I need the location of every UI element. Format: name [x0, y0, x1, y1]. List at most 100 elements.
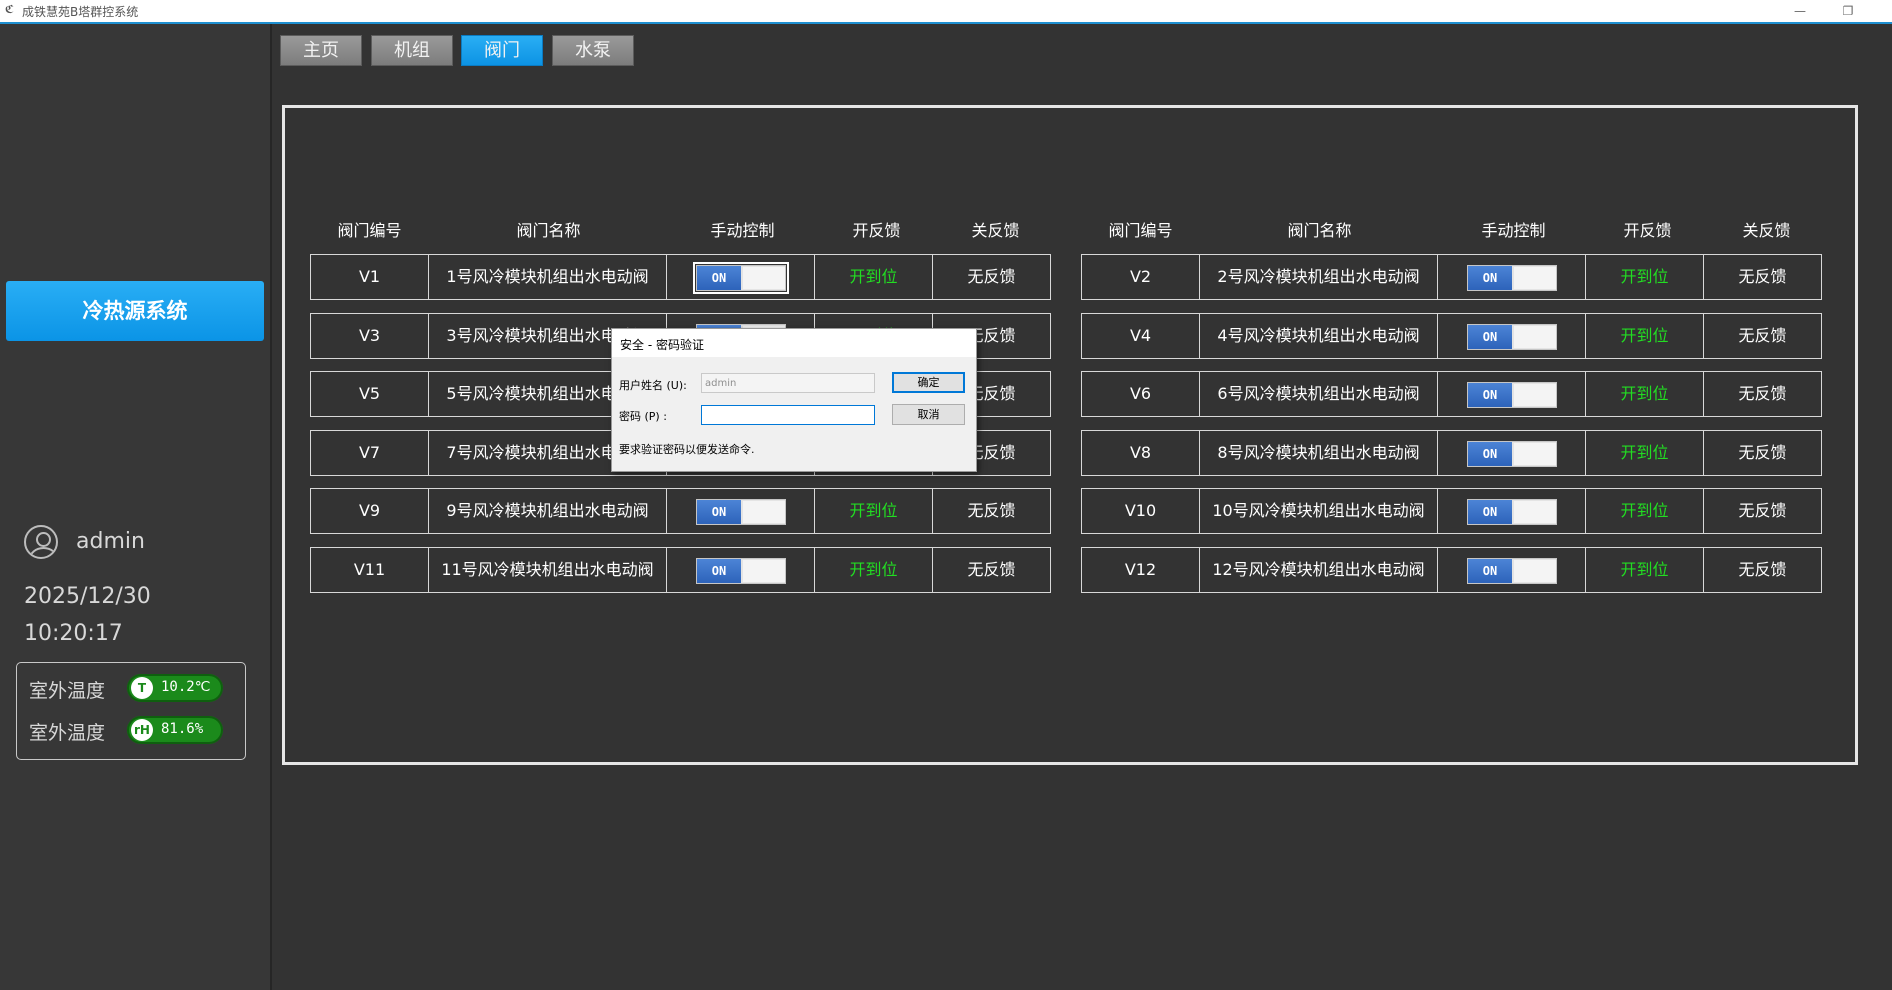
tab-home[interactable]: 主页	[280, 35, 362, 66]
column-header: 阀门名称	[1287, 221, 1352, 240]
temperature-badge: T 10.2℃	[127, 674, 223, 702]
valve-id: V12	[1081, 547, 1200, 593]
column-header: 关反馈	[1742, 221, 1791, 240]
dialog-message: 要求验证密码以便发送命令.	[619, 443, 755, 456]
valve-id: V2	[1081, 254, 1200, 300]
manual-control: ON	[1437, 313, 1586, 359]
valve-toggle[interactable]: ON	[1467, 382, 1557, 408]
column-header: 阀门编号	[337, 221, 402, 240]
column-header: 手动控制	[710, 221, 775, 240]
manual-control: ON	[1437, 488, 1586, 534]
column-header: 开反馈	[852, 221, 901, 240]
environment-panel: 室外温度 T 10.2℃ 室外温度 rH 81.6%	[16, 662, 246, 760]
valve-toggle[interactable]: ON	[1467, 558, 1557, 584]
valve-id: V8	[1081, 430, 1200, 476]
close-feedback: 无反馈	[932, 547, 1051, 593]
valve-toggle[interactable]: ON	[1467, 441, 1557, 467]
toggle-on-label: ON	[1468, 266, 1512, 290]
toggle-knob	[743, 501, 785, 523]
username-field	[701, 373, 875, 393]
column-header: 关反馈	[971, 221, 1020, 240]
manual-control: ON	[1437, 547, 1586, 593]
valve-name: 4号风冷模块机组出水电动阀	[1199, 313, 1438, 359]
valve-toggle[interactable]: ON	[1467, 324, 1557, 350]
valve-id: V7	[310, 430, 429, 476]
window-title-bar: ℭ 成铁慧苑B塔群控系统 — ❐	[0, 0, 1892, 24]
current-date: 2025/12/30	[24, 584, 151, 609]
toggle-on-label: ON	[1468, 559, 1512, 583]
system-button-hvac[interactable]: 冷热源系统	[6, 281, 264, 341]
close-feedback: 无反馈	[932, 488, 1051, 534]
tab-units[interactable]: 机组	[371, 35, 453, 66]
valve-name: 11号风冷模块机组出水电动阀	[428, 547, 667, 593]
valve-toggle[interactable]: ON	[1467, 499, 1557, 525]
valve-id: V3	[310, 313, 429, 359]
password-label: 密码 (P) :	[619, 410, 667, 423]
open-feedback: 开到位	[1585, 430, 1704, 476]
column-header: 阀门名称	[516, 221, 581, 240]
user-icon	[24, 525, 58, 559]
valve-id: V11	[310, 547, 429, 593]
thermometer-icon: T	[131, 677, 153, 699]
close-feedback: 无反馈	[1703, 371, 1822, 417]
window-title: 成铁慧苑B塔群控系统	[22, 5, 139, 19]
username-label: 用户姓名 (U):	[619, 379, 687, 392]
toggle-knob	[743, 560, 785, 582]
valve-id: V9	[310, 488, 429, 534]
valve-name: 2号风冷模块机组出水电动阀	[1199, 254, 1438, 300]
valve-name: 10号风冷模块机组出水电动阀	[1199, 488, 1438, 534]
humidity-icon: rH	[131, 719, 153, 741]
humidity-badge: rH 81.6%	[127, 716, 223, 744]
toggle-knob	[1514, 384, 1556, 406]
valve-id: V5	[310, 371, 429, 417]
column-header: 阀门编号	[1108, 221, 1173, 240]
toggle-on-label: ON	[697, 500, 741, 524]
password-dialog: 安全 - 密码验证 用户姓名 (U): 密码 (P) : 确定 取消 要求验证密…	[611, 328, 977, 472]
open-feedback: 开到位	[1585, 547, 1704, 593]
env-label: 室外温度	[29, 722, 106, 744]
column-header: 开反馈	[1623, 221, 1672, 240]
valve-id: V1	[310, 254, 429, 300]
open-feedback: 开到位	[1585, 371, 1704, 417]
open-feedback: 开到位	[814, 254, 933, 300]
close-feedback: 无反馈	[1703, 254, 1822, 300]
valve-toggle[interactable]: ON	[693, 262, 789, 294]
open-feedback: 开到位	[1585, 488, 1704, 534]
user-name: admin	[76, 529, 145, 554]
password-field[interactable]	[701, 405, 875, 425]
toggle-knob	[1514, 501, 1556, 523]
open-feedback: 开到位	[1585, 313, 1704, 359]
tab-valves[interactable]: 阀门	[461, 35, 543, 66]
close-feedback: 无反馈	[932, 254, 1051, 300]
toggle-on-label: ON	[697, 559, 741, 583]
current-time: 10:20:17	[24, 621, 123, 646]
manual-control: ON	[1437, 430, 1586, 476]
valve-name: 12号风冷模块机组出水电动阀	[1199, 547, 1438, 593]
toggle-on-label: ON	[1468, 325, 1512, 349]
manual-control: ON	[1437, 254, 1586, 300]
valve-id: V4	[1081, 313, 1200, 359]
valve-toggle[interactable]: ON	[696, 558, 786, 584]
env-label: 室外温度	[29, 680, 106, 702]
close-feedback: 无反馈	[1703, 430, 1822, 476]
open-feedback: 开到位	[814, 547, 933, 593]
ok-button[interactable]: 确定	[892, 372, 965, 393]
toggle-on-label: ON	[697, 266, 741, 290]
manual-control: ON	[1437, 371, 1586, 417]
humidity-value: 81.6%	[161, 721, 204, 737]
valve-name: 9号风冷模块机组出水电动阀	[428, 488, 667, 534]
valve-toggle[interactable]: ON	[696, 499, 786, 525]
manual-control: ON	[666, 488, 815, 534]
open-feedback: 开到位	[1585, 254, 1704, 300]
valve-name: 1号风冷模块机组出水电动阀	[428, 254, 667, 300]
valve-toggle[interactable]: ON	[1467, 265, 1557, 291]
manual-control: ON	[666, 254, 815, 300]
minimize-icon[interactable]: —	[1785, 2, 1815, 20]
cancel-button[interactable]: 取消	[892, 404, 965, 425]
toggle-on-label: ON	[1468, 383, 1512, 407]
tab-pumps[interactable]: 水泵	[552, 35, 634, 66]
close-feedback: 无反馈	[1703, 488, 1822, 534]
manual-control: ON	[666, 547, 815, 593]
restore-icon[interactable]: ❐	[1833, 2, 1863, 20]
toggle-knob	[1514, 326, 1556, 348]
